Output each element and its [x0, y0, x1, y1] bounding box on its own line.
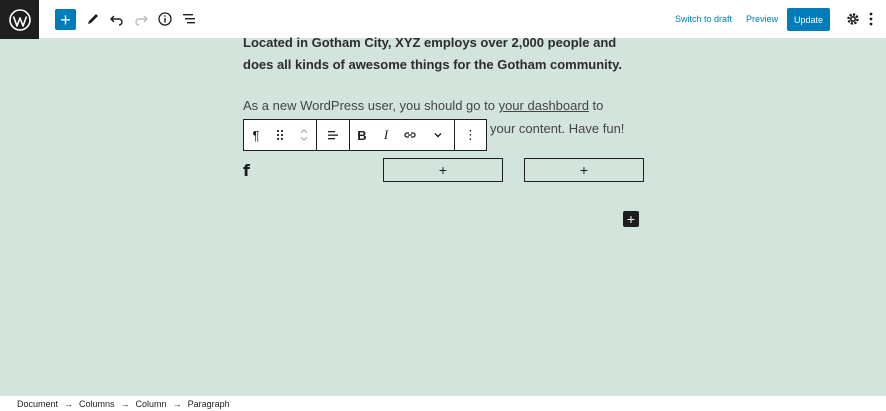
column-block-appender[interactable]: + [383, 158, 503, 182]
block-toolbar: ¶ B I ⋮ [243, 119, 487, 151]
settings-button[interactable] [845, 11, 861, 27]
bold-button[interactable]: B [350, 120, 374, 150]
paragraph-block[interactable]: As a new WordPress user, you should go t… [243, 95, 643, 117]
facebook-icon[interactable]: f [243, 161, 250, 180]
list-view-icon [183, 14, 195, 24]
breadcrumb-item-document[interactable]: Document [17, 399, 58, 409]
paragraph-icon: ¶ [252, 127, 260, 143]
breadcrumb-item-paragraph: Paragraph [187, 398, 230, 409]
switch-to-draft-button[interactable]: Switch to draft [675, 14, 732, 24]
more-tools-button[interactable] [868, 11, 874, 27]
tools-edit-button[interactable] [84, 8, 102, 30]
bold-paragraph-block[interactable]: Located in Gotham City, XYZ employs over… [243, 32, 643, 76]
block-inserter-button[interactable]: + [55, 9, 76, 30]
drag-handle-icon [276, 129, 284, 141]
more-rich-text-button[interactable] [422, 120, 454, 150]
gear-icon [847, 13, 859, 25]
breadcrumb-separator: → [172, 398, 182, 409]
paragraph-text-after-link: to [588, 98, 604, 113]
block-switcher-group: ¶ [244, 120, 317, 150]
align-left-icon [328, 131, 338, 140]
outline-button[interactable] [180, 8, 198, 30]
link-icon [404, 132, 416, 138]
redo-button[interactable] [132, 8, 150, 30]
breadcrumb: Document → Columns → Column → Paragraph [0, 395, 886, 411]
formatting-group: B I [350, 120, 455, 150]
drag-handle[interactable] [268, 120, 292, 150]
dashboard-link[interactable]: your dashboard [499, 98, 589, 113]
vertical-ellipsis-icon [869, 12, 873, 26]
wordpress-logo-icon[interactable] [0, 0, 39, 39]
options-group: ⋮ [455, 120, 486, 150]
breadcrumb-item-columns[interactable]: Columns [79, 399, 115, 409]
paragraph-text-start: As a new WordPress user, you should go t… [243, 98, 499, 113]
preview-button[interactable]: Preview [746, 14, 778, 24]
paragraph-text-line2: your content. Have fun! [490, 121, 625, 136]
italic-button[interactable]: I [374, 120, 398, 150]
breadcrumb-separator: → [120, 398, 130, 409]
update-button[interactable]: Update [787, 8, 830, 31]
default-block-appender-button[interactable]: + [623, 211, 639, 227]
alignment-group [317, 120, 350, 150]
block-options-button[interactable]: ⋮ [455, 120, 486, 150]
redo-icon [135, 15, 148, 26]
breadcrumb-item-column[interactable]: Column [136, 399, 167, 409]
undo-icon [110, 15, 123, 26]
move-up-down-button[interactable] [292, 120, 316, 150]
plus-icon: + [60, 9, 71, 30]
link-button[interactable] [398, 120, 422, 150]
undo-button[interactable] [108, 8, 126, 30]
block-type-button[interactable]: ¶ [244, 120, 268, 150]
pencil-icon [88, 14, 98, 24]
details-button[interactable] [156, 8, 174, 30]
chevron-up-down-icon [300, 129, 308, 141]
info-icon [158, 12, 172, 26]
align-text-button[interactable] [317, 120, 349, 150]
column-block-appender[interactable]: + [524, 158, 644, 182]
breadcrumb-separator: → [64, 398, 74, 409]
chevron-down-icon [434, 133, 442, 138]
wordpress-w-icon [8, 8, 31, 31]
